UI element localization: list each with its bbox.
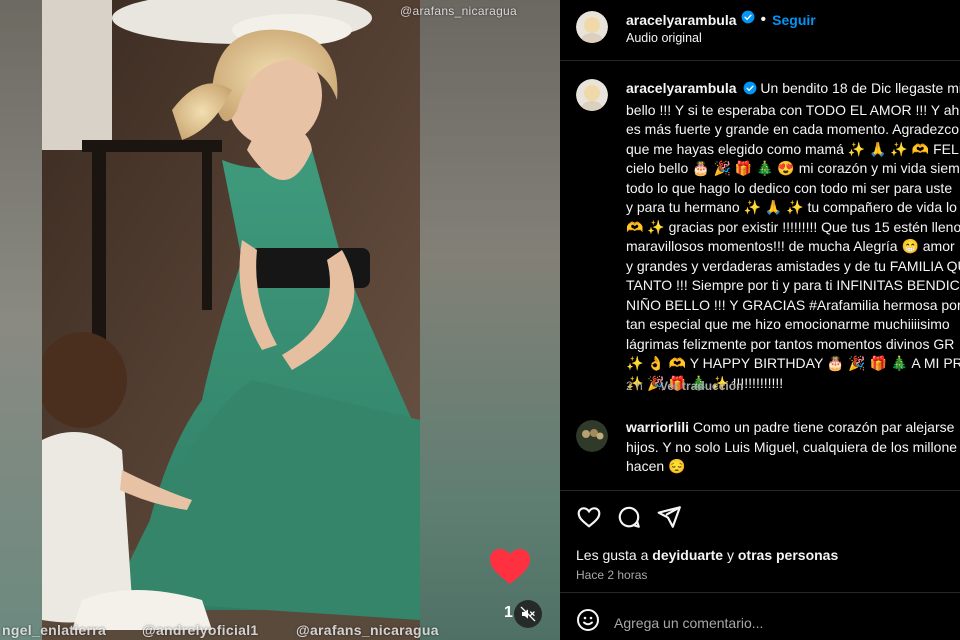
likes-prefix: Les gusta a: [576, 547, 653, 563]
speaker-muted-icon: [520, 606, 536, 622]
commenter-avatar[interactable]: [576, 420, 608, 452]
caption-line: cielo bello 🎂 🎉 🎁 🎄 😍 mi corazón y mi vi…: [626, 160, 960, 176]
actions-divider: [560, 490, 960, 491]
caption-line: ✨ 👌 🫶 Y HAPPY BIRTHDAY 🎂 🎉 🎁 🎄 A MI PRIN: [626, 355, 960, 371]
post-header: aracelyarambula • Seguir Audio original: [560, 0, 960, 58]
caption-line: aracelyarambula Un bendito 18 de Dic lle…: [626, 79, 960, 101]
verified-badge-icon: [741, 10, 755, 29]
likes-others[interactable]: otras personas: [738, 547, 838, 563]
action-bar: [576, 504, 682, 535]
watermark-bottom-2: @andrelyoficial1: [142, 622, 259, 638]
caption-line: tan especial que me hizo emocionarme muc…: [626, 316, 950, 332]
media-blur-left: [0, 0, 42, 640]
post-time[interactable]: Hace 2 horas: [576, 568, 647, 582]
comment-line: hijos. Y no solo Luis Miguel, cualquiera…: [626, 438, 958, 455]
translate-link[interactable]: Ver traducción: [660, 379, 743, 393]
caption-time: 2 h: [626, 379, 643, 393]
caption-line: y para tu hermano ✨ 🙏 ✨ tu compañero de …: [626, 199, 957, 215]
likes-user[interactable]: deyiduarte: [652, 547, 723, 563]
post-media[interactable]: @arafans_nicaragua ngel_enlatierra @andr…: [0, 0, 560, 640]
comment-item: warriorlili Como un padre tiene corazón …: [626, 418, 960, 477]
watermark-bottom-1: ngel_enlatierra: [2, 622, 107, 638]
caption-meta: 2 h Ver traducción: [626, 379, 757, 393]
emoji-icon[interactable]: [576, 608, 600, 637]
comment-text: Como un padre tiene corazón par alejarse: [692, 419, 955, 435]
caption-line: todo lo que hago lo dedico con todo mi s…: [626, 179, 953, 196]
caption-avatar[interactable]: [576, 79, 608, 111]
separator-dot: •: [760, 10, 767, 28]
header-divider: [560, 60, 960, 61]
comment-line: warriorlili Como un padre tiene corazón …: [626, 418, 960, 438]
post-caption: aracelyarambula Un bendito 18 de Dic lle…: [626, 79, 960, 393]
caption-line: 🫶 ✨ gracias por existir !!!!!!!!! Que tu…: [626, 218, 960, 235]
caption-line: es más fuerte y grande en cada momento. …: [626, 121, 960, 137]
follow-button[interactable]: Seguir: [772, 12, 816, 28]
share-paper-plane-icon[interactable]: [656, 504, 682, 535]
like-heart-icon[interactable]: [486, 542, 534, 590]
caption-line: NIÑO BELLO !!! Y GRACIAS #Arafamilia her…: [626, 296, 960, 313]
verified-badge-icon: [743, 81, 757, 101]
caption-username[interactable]: aracelyarambula: [626, 80, 737, 96]
caption-text: Un bendito 18 de Dic llegaste mi: [760, 80, 960, 96]
likes-middle: y: [723, 547, 738, 563]
post-details-panel: aracelyarambula • Seguir Audio original …: [560, 0, 960, 640]
caption-line: bello !!! Y si te esperaba con TODO EL A…: [626, 101, 960, 118]
photo-illustration: [42, 0, 420, 640]
caption-line: lágrimas felizmente por tantos momentos …: [626, 335, 955, 352]
add-comment-row: Agrega un comentario...: [576, 608, 763, 637]
comment-line: hacen 😔: [626, 458, 686, 474]
comment-bubble-icon[interactable]: [616, 504, 642, 535]
author-avatar[interactable]: [576, 11, 608, 43]
comment-divider: [560, 592, 960, 593]
author-username[interactable]: aracelyarambula: [626, 12, 737, 28]
media-like-count: 1: [504, 604, 513, 621]
caption-line: maravillosos momentos!!! de mucha Alegrí…: [626, 238, 955, 254]
like-heart-outline-icon[interactable]: [576, 504, 602, 535]
watermark-top: @arafans_nicaragua: [400, 4, 517, 18]
likes-summary[interactable]: Les gusta a deyiduarte y otras personas: [576, 547, 838, 563]
caption-line: que me hayas elegido como mamá ✨ 🙏 ✨ 🫶 F…: [626, 140, 960, 157]
post-photo: [42, 0, 420, 640]
commenter-username[interactable]: warriorlili: [626, 419, 689, 435]
mute-button[interactable]: [514, 600, 542, 628]
caption-line: TANTO !!! Siempre por ti y para ti INFIN…: [626, 277, 960, 293]
caption-line: y grandes y verdaderas amistades y de tu…: [626, 257, 960, 274]
comment-input[interactable]: Agrega un comentario...: [614, 615, 763, 631]
audio-label[interactable]: Audio original: [626, 31, 702, 45]
watermark-bottom-3: @arafans_nicaragua: [296, 622, 439, 638]
